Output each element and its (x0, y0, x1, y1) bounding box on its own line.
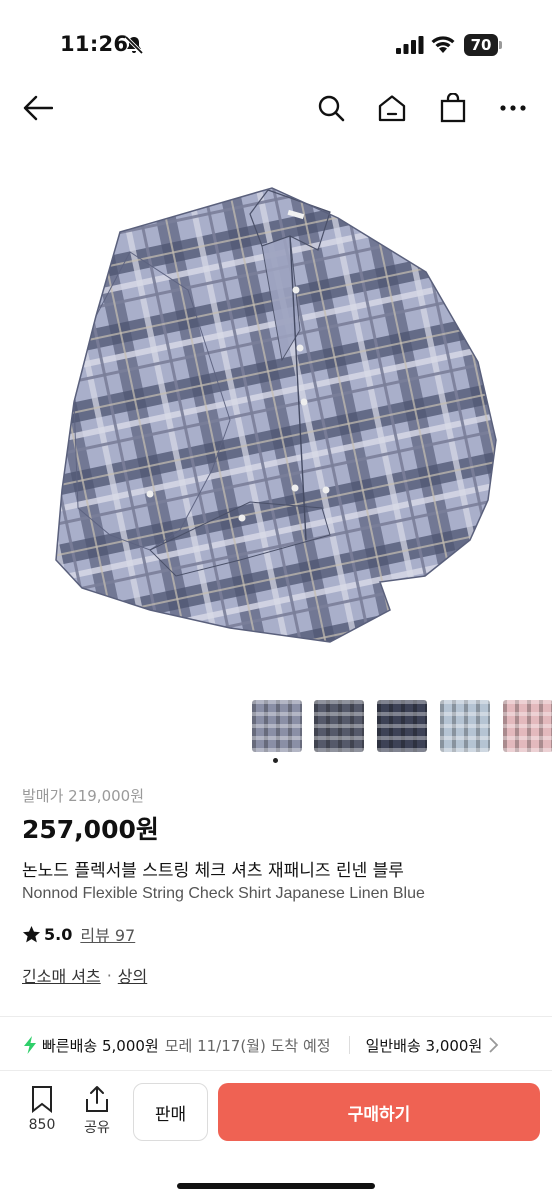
category-tops[interactable]: 상의 (118, 963, 147, 987)
home-button[interactable] (376, 92, 408, 124)
save-count: 850 (28, 1117, 56, 1133)
more-dots-icon (500, 105, 526, 111)
back-button[interactable] (22, 92, 54, 124)
star-icon (22, 925, 41, 942)
cellular-signal-icon (396, 36, 424, 54)
home-icon (378, 95, 406, 122)
battery-level: 70 (464, 34, 498, 56)
category-breadcrumb: 긴소매 셔츠 · 상의 (22, 963, 147, 987)
thumbnail-5[interactable] (503, 700, 552, 752)
bottom-action-bar: 850 공유 판매 구매하기 (0, 1070, 552, 1200)
share-label: 공유 (84, 1120, 110, 1136)
status-bar: 11:26 70 (0, 0, 552, 80)
sell-button[interactable]: 판매 (133, 1083, 208, 1141)
category-long-sleeve-shirt[interactable]: 긴소매 셔츠 (22, 963, 101, 987)
thumbnail-2[interactable] (314, 700, 364, 752)
bookmark-icon (32, 1086, 52, 1113)
product-image[interactable] (0, 140, 552, 680)
share-icon (86, 1086, 108, 1112)
normal-shipping-label: 일반배송 3,000원 (365, 1036, 483, 1055)
chevron-right-icon (489, 1037, 499, 1053)
search-icon (318, 95, 345, 122)
current-price: 257,000원 (22, 815, 159, 844)
back-arrow-icon (23, 95, 53, 121)
lightning-bolt-icon (24, 1036, 36, 1054)
battery-indicator: 70 (464, 34, 502, 56)
search-button[interactable] (315, 92, 347, 124)
battery-cap (499, 41, 502, 49)
product-title-korean: 논노드 플렉서블 스트링 체크 셔츠 재패니즈 린넨 블루 (22, 861, 404, 881)
product-title-english: Nonnod Flexible String Check Shirt Japan… (22, 885, 425, 902)
thumbnail-1[interactable] (252, 700, 302, 752)
fast-shipping-eta: 모레 11/17(월) 도착 예정 (164, 1036, 331, 1055)
shipping-options[interactable]: 빠른배송 5,000원 모레 11/17(월) 도착 예정 일반배송 3,000… (22, 1030, 552, 1060)
thumbnail-4[interactable] (440, 700, 490, 752)
thumbnail-3[interactable] (377, 700, 427, 752)
wifi-icon (431, 36, 455, 53)
section-divider (0, 1016, 552, 1017)
rating-row: 5.0 리뷰 97 (22, 922, 135, 946)
fast-shipping-label: 빠른배송 5,000원 (42, 1036, 159, 1055)
nav-bar (0, 80, 552, 136)
buy-button[interactable]: 구매하기 (218, 1083, 540, 1141)
shipping-separator (348, 1036, 350, 1054)
plaid-shirt-illustration (55, 187, 497, 643)
review-count-link[interactable]: 리뷰 97 (80, 922, 135, 946)
save-button[interactable]: 850 (22, 1085, 62, 1141)
category-separator: · (106, 965, 112, 985)
share-button[interactable]: 공유 (77, 1085, 117, 1141)
bell-slash-icon (124, 35, 144, 55)
shopping-bag-icon (440, 93, 466, 123)
more-options-button[interactable] (497, 92, 529, 124)
status-time: 11:26 (60, 32, 129, 56)
release-price: 발매가 219,000원 (22, 787, 144, 805)
rating-score: 5.0 (44, 924, 73, 944)
shopping-bag-button[interactable] (437, 92, 469, 124)
active-thumbnail-indicator (273, 758, 278, 763)
home-indicator (177, 1183, 375, 1189)
thumbnail-strip (0, 700, 552, 752)
